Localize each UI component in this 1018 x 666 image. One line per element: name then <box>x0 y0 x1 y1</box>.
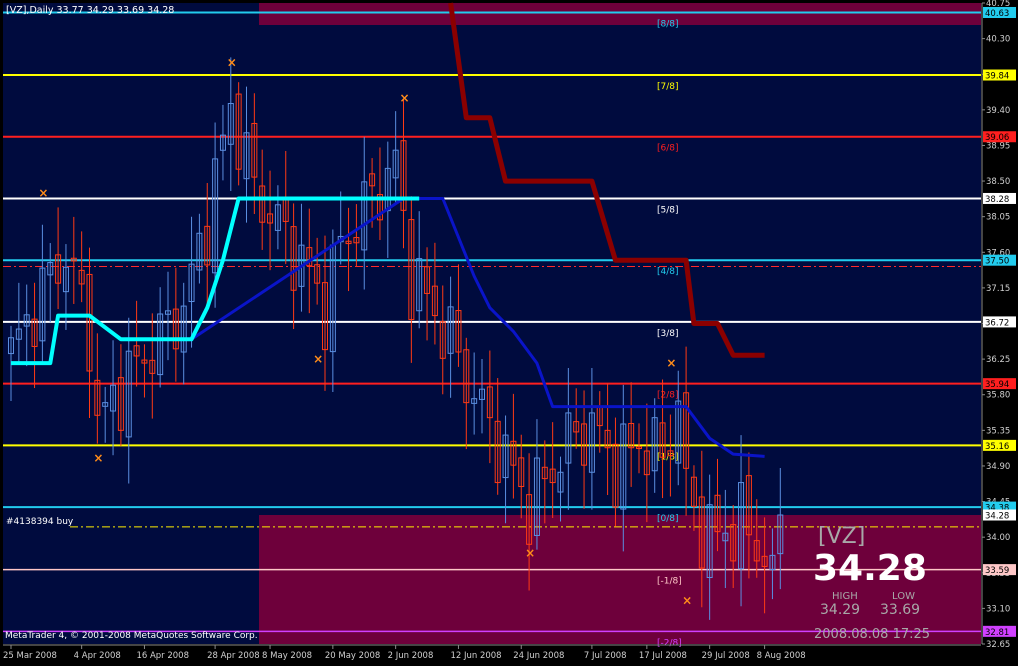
murrey-level-label: [7/8] <box>657 82 679 92</box>
info-datetime: 2008.08.08 17:25 <box>814 627 930 642</box>
price-tag: 38.28 <box>983 192 1016 205</box>
price-tag-label: 35.16 <box>985 442 1009 452</box>
price-tag-label: 36.72 <box>985 318 1009 328</box>
price-tick-label: 35.80 <box>986 391 1010 401</box>
time-tick-label: 17 Jul 2008 <box>639 651 687 661</box>
price-tag-label: 38.28 <box>985 195 1009 205</box>
price-tick-label: 38.05 <box>986 213 1010 223</box>
fractal-marker-icon: × <box>313 352 323 366</box>
price-tick-label: 33.10 <box>986 604 1010 614</box>
fractal-marker-icon: × <box>38 186 48 200</box>
fractal-marker-icon: × <box>93 451 103 465</box>
price-tag-label: 37.50 <box>985 257 1009 267</box>
murrey-level-label: [6/8] <box>657 144 679 154</box>
price-tag-label: 34.28 <box>985 512 1009 522</box>
murrey-level-label: [5/8] <box>657 205 679 215</box>
murrey-level-label: [8/8] <box>657 19 679 29</box>
info-low-value: 33.69 <box>880 602 920 618</box>
price-tag-label: 33.59 <box>985 566 1009 576</box>
price-tick-label: 34.00 <box>986 533 1010 543</box>
fractal-marker-icon: × <box>400 91 410 105</box>
price-tag: 34.28 <box>983 509 1016 522</box>
copyright-text: MetaTrader 4, © 2001-2008 MetaQuotes Sof… <box>5 631 258 641</box>
murrey-level-label: [0/8] <box>657 514 679 524</box>
fractal-marker-icon: × <box>525 546 535 560</box>
price-tag-label: 39.06 <box>985 133 1009 143</box>
time-tick-label: 7 Jul 2008 <box>584 651 627 661</box>
price-tag: 39.84 <box>983 69 1016 82</box>
time-tick-label: 4 Apr 2008 <box>74 651 121 661</box>
time-tick-label: 28 Apr 2008 <box>207 651 260 661</box>
time-tick-label: 20 May 2008 <box>325 651 380 661</box>
murrey-level-label: [2/8] <box>657 391 679 401</box>
price-tick-label: 40.30 <box>986 35 1010 45</box>
order-label: #4138394 buy <box>6 517 74 527</box>
price-chart[interactable]: [8/8][7/8][6/8][5/8][4/8][3/8][2/8][1/8]… <box>0 0 1018 662</box>
info-symbol: [VZ] <box>818 524 865 549</box>
price-tag: 33.59 <box>983 564 1016 576</box>
time-tick-label: 12 Jun 2008 <box>450 651 501 661</box>
time-tick-label: 8 May 2008 <box>262 651 312 661</box>
price-tick-label: 39.40 <box>986 106 1010 116</box>
symbol-header: [VZ],Daily 33.77 34.29 33.69 34.28 <box>6 5 174 16</box>
price-tag: 35.94 <box>983 378 1016 390</box>
price-tag: 35.16 <box>983 439 1016 452</box>
price-tag-label: 32.81 <box>985 628 1009 638</box>
price-tag: 36.72 <box>983 316 1016 328</box>
price-tick-label: 37.15 <box>986 284 1010 294</box>
price-tick-label: 35.35 <box>986 426 1010 436</box>
murrey-level-label: [-1/8] <box>657 577 682 587</box>
fractal-marker-icon: × <box>666 356 676 370</box>
info-low-label: LOW <box>892 591 915 602</box>
price-tag: 32.81 <box>983 625 1016 638</box>
price-tag-label: 35.94 <box>985 380 1009 390</box>
time-tick-label: 24 Jun 2008 <box>513 651 564 661</box>
time-tick-label: 2 Jun 2008 <box>388 651 434 661</box>
time-tick-label: 25 Mar 2008 <box>3 651 57 661</box>
price-tag: 39.06 <box>983 131 1016 143</box>
murrey-level-label: [3/8] <box>657 329 679 339</box>
chart-window[interactable]: [8/8] [7/8] [6/8] [5/8] [4/8] [3/8] [2/8] [1/8]… <box>0 0 1018 662</box>
fractal-marker-icon: × <box>682 593 692 607</box>
price-tag: 40.63 <box>983 6 1016 19</box>
price-tag-label: 40.63 <box>985 9 1009 19</box>
info-high-value: 34.29 <box>820 602 860 618</box>
time-tick-label: 29 Jul 2008 <box>702 651 750 661</box>
price-tick-label: 38.50 <box>986 177 1010 187</box>
murrey-level-label: [-2/8] <box>657 638 682 648</box>
time-tick-label: 16 Apr 2008 <box>136 651 189 661</box>
murrey-level-label: [4/8] <box>657 267 679 277</box>
price-tick-label: 32.65 <box>986 640 1010 650</box>
fractal-marker-icon: × <box>227 55 237 69</box>
price-tag: 37.50 <box>983 254 1016 267</box>
info-high-label: HIGH <box>832 591 858 602</box>
time-tick-label: 8 Aug 2008 <box>757 651 806 661</box>
info-last-price: 34.28 <box>813 548 927 589</box>
price-tick-label: 36.25 <box>986 355 1010 365</box>
shaded-zone-top <box>259 3 981 25</box>
price-tick-label: 34.90 <box>986 462 1010 472</box>
price-tag-label: 39.84 <box>985 72 1009 82</box>
